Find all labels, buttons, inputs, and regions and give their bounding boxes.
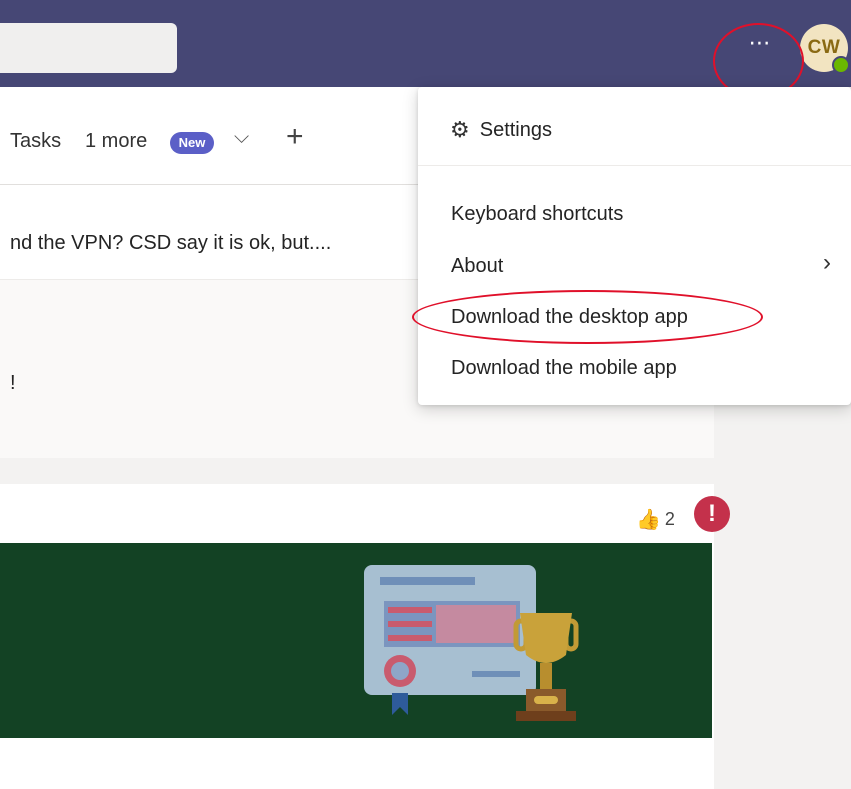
reaction-like[interactable]: 👍 2 xyxy=(636,504,675,534)
chevron-down-icon[interactable]: ⌵ xyxy=(234,126,249,149)
more-options-menu: ⚙ Settings Keyboard shortcuts About › Do… xyxy=(418,87,851,405)
menu-item-download-mobile-app[interactable]: Download the mobile app xyxy=(451,357,677,380)
add-tab-icon[interactable]: + xyxy=(286,120,304,154)
thumbs-up-icon: 👍 xyxy=(636,508,661,531)
new-badge: New xyxy=(170,132,214,154)
presence-status-icon xyxy=(832,56,850,74)
important-icon: ! xyxy=(694,496,730,532)
tab-tasks[interactable]: Tasks xyxy=(10,130,61,153)
menu-item-about[interactable]: About xyxy=(451,255,503,278)
trophy-shape xyxy=(520,613,572,663)
menu-item-label: Settings xyxy=(479,118,552,141)
gear-icon: ⚙ xyxy=(450,117,470,142)
post-separator xyxy=(0,458,714,484)
tab-more[interactable]: 1 more xyxy=(85,130,147,153)
menu-item-keyboard-shortcuts[interactable]: Keyboard shortcuts xyxy=(451,203,623,226)
menu-divider xyxy=(418,165,851,166)
search-input[interactable] xyxy=(0,23,177,73)
highlight-oval xyxy=(412,290,763,344)
tabs-row: Tasks 1 more New ⌵ + xyxy=(0,110,420,170)
post-text: ! xyxy=(10,372,16,394)
certificate-trophy-illustration xyxy=(364,565,579,721)
menu-item-settings[interactable]: ⚙ Settings xyxy=(450,117,552,143)
post-banner-image xyxy=(0,543,712,738)
chevron-right-icon: › xyxy=(823,249,831,276)
reaction-count: 2 xyxy=(664,508,675,529)
post-preview-text: nd the VPN? CSD say it is ok, but.... xyxy=(10,232,332,254)
